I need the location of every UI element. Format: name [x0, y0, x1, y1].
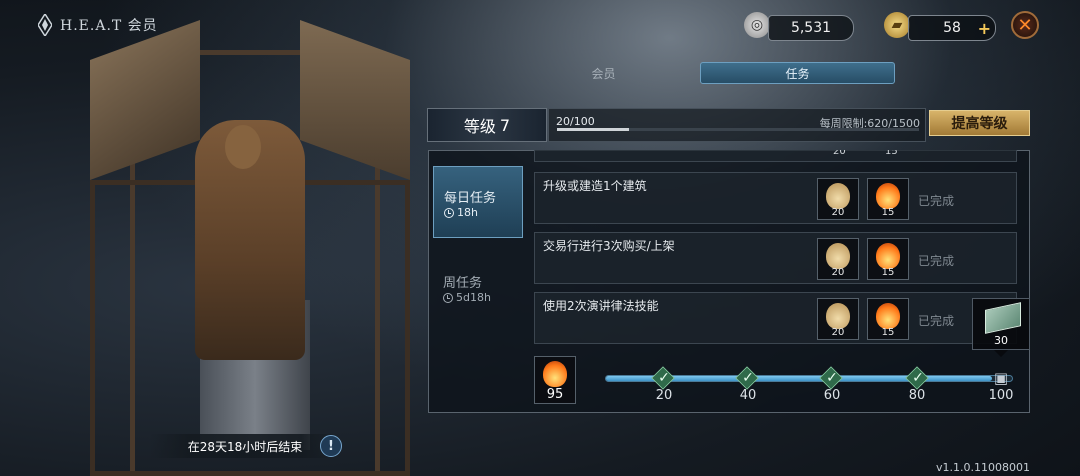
feather-icon [826, 303, 850, 329]
tooltip-pointer [994, 350, 1008, 357]
task-status: 已完成 [917, 254, 954, 268]
timer-value: 5d18h [456, 291, 491, 304]
milestone-40-claimed: ✓ [735, 366, 760, 390]
reward-feather[interactable]: 20 [817, 298, 859, 340]
reward-value: 20 [831, 207, 845, 218]
statue-illustration [80, 0, 420, 476]
level-label: 等级 [463, 117, 496, 136]
close-icon: ✕ [1017, 14, 1033, 36]
milestone-100-chest[interactable]: ▣ [989, 367, 1013, 389]
milestone-60-claimed: ✓ [819, 366, 844, 390]
hidden-reward-value: 15 [885, 150, 898, 157]
check-icon: ✓ [912, 370, 924, 386]
add-gold-button[interactable]: + [978, 19, 991, 38]
reward-feather[interactable]: 20 [817, 178, 859, 220]
milestone-20-claimed: ✓ [651, 366, 676, 390]
task-title: 交易行进行3次购买/上架 [543, 239, 675, 253]
milestone-label: 40 [739, 388, 757, 403]
sidebar-item-weekly[interactable]: 周任务 5d18h [433, 252, 523, 342]
clock-icon [443, 292, 453, 303]
check-icon: ✓ [658, 370, 670, 386]
level-progress: 20/100 每周限制:620/1500 [548, 108, 926, 142]
level-progress-fill [557, 128, 630, 131]
scrolled-task-row: 20 15 [534, 150, 1017, 162]
tab-label: 会员 [591, 66, 616, 81]
task-title: 使用2次演讲律法技能 [543, 299, 659, 313]
tab-bar: 会员 任务 [507, 62, 895, 84]
reward-value: 20 [831, 327, 845, 338]
task-title: 升级或建造1个建筑 [543, 179, 647, 193]
close-button[interactable]: ✕ [1011, 11, 1039, 39]
task-status: 已完成 [917, 314, 954, 328]
milestone-label: 100 [988, 388, 1014, 403]
brand-title: H.E.A.T 会员 [38, 14, 158, 36]
milestone-label: 60 [823, 388, 841, 403]
cash-bundle-icon [985, 302, 1021, 334]
activity-points-value: 95 [546, 387, 564, 402]
milestone-reward-value: 30 [994, 334, 1008, 347]
flame-icon [543, 361, 567, 387]
milestone-reward-tooltip: 30 [972, 298, 1030, 350]
sidebar-item-timer: 5d18h [443, 291, 491, 304]
timer-value: 18h [457, 206, 478, 219]
gold-bar-counter: 58 + [908, 15, 996, 41]
clock-icon [444, 207, 454, 218]
version-label: v1.1.0.11008001 [936, 461, 1030, 474]
reward-value: 20 [831, 267, 845, 278]
milestone-80-claimed: ✓ [905, 366, 930, 390]
reward-feather[interactable]: 20 [817, 238, 859, 280]
info-icon: ! [328, 438, 334, 454]
feather-icon [826, 183, 850, 209]
tab-label: 任务 [785, 66, 810, 81]
silver-coin-value: 5,531 [790, 20, 832, 36]
info-button[interactable]: ! [320, 435, 342, 457]
emblem-icon [38, 14, 52, 36]
check-icon: ✓ [826, 370, 838, 386]
brand-label: H.E.A.T 会员 [60, 18, 158, 34]
hidden-reward-value: 20 [833, 150, 846, 157]
milestone-label: 20 [655, 388, 673, 403]
gift-box-icon: ▣ [993, 369, 1009, 387]
event-end-banner: 在28天18小时后结束 [150, 434, 340, 458]
level-value: 7 [499, 115, 511, 135]
event-end-text: 在28天18小时后结束 [187, 439, 303, 454]
silver-coin-icon: ◎ [744, 12, 770, 38]
level-progress-text: 20/100 [556, 115, 595, 128]
tab-membership[interactable]: 会员 [507, 62, 700, 84]
task-status: 已完成 [917, 194, 954, 208]
sidebar-item-timer: 18h [444, 206, 478, 219]
feather-icon [826, 243, 850, 269]
upgrade-label: 提高等级 [951, 116, 1008, 132]
silver-coin-counter: 5,531 [768, 15, 854, 41]
sidebar-item-label: 每日任务 [444, 191, 497, 206]
gold-bar-icon: ▰ [884, 12, 910, 38]
level-badge: 等级 7 [427, 108, 547, 142]
upgrade-level-button[interactable]: 提高等级 [929, 110, 1030, 136]
gold-bar-value: 58 [943, 20, 961, 36]
check-icon: ✓ [742, 370, 754, 386]
sidebar-item-daily[interactable]: 每日任务 18h [433, 166, 523, 238]
sidebar-item-label: 周任务 [443, 276, 483, 291]
tab-tasks[interactable]: 任务 [700, 62, 895, 84]
milestone-label: 80 [908, 388, 926, 403]
